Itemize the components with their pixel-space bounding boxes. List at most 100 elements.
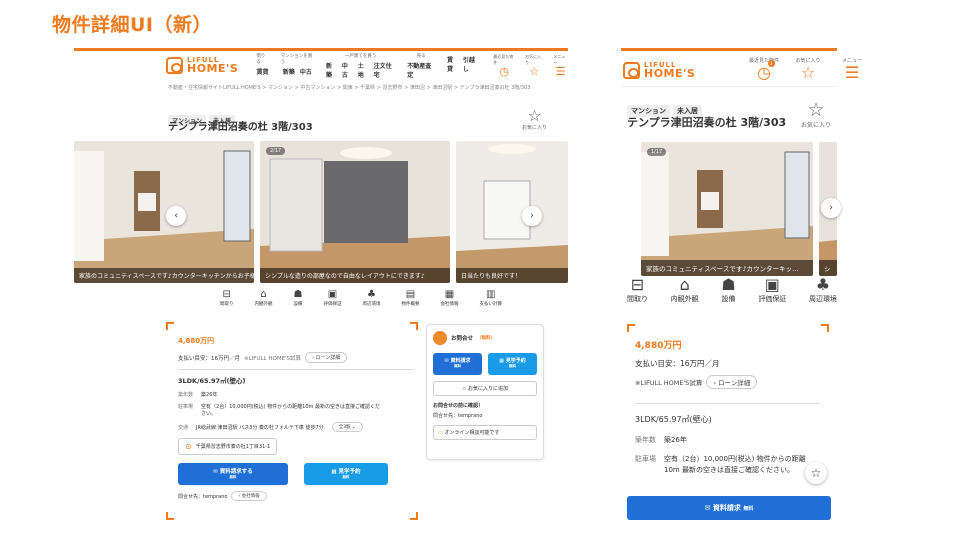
section-link-house[interactable]: ⌂ 内観外観 <box>255 289 273 307</box>
favorite-toggle[interactable]: ☆ お気に入り <box>801 100 831 129</box>
online-consult-badge[interactable]: ▭ オンライン相談可能です <box>433 425 537 440</box>
side-request-button[interactable]: ✉ 資料請求 無料 <box>433 353 482 375</box>
section-link-floorplan[interactable]: ⊟ 間取り <box>627 276 648 304</box>
section-link-label: 評価保証 <box>323 302 342 307</box>
room-photo-kitchen <box>74 141 254 283</box>
access-value: JR総武線 津田沼駅 バス3分 奏の杜フォルテ下車 徒歩7分 <box>196 424 324 431</box>
section-link-floorplan[interactable]: ⊟ 間取り <box>220 289 234 307</box>
menu-header-button[interactable]: メニュー ☰ <box>553 54 568 78</box>
mobile-header-icons: 最近見た物件 ◷ 3 お気に入り ☆ メニュー ☰ <box>739 57 867 82</box>
photo-caption: 家族のコミュニティスペースです♪カウンターキッチンからお子様の様子も見れるので… <box>74 268 254 283</box>
star-icon: ☆ <box>800 63 816 82</box>
menu-icon: ☰ <box>555 65 566 78</box>
section-link-evaluation[interactable]: ▣ 評価保証 <box>324 289 342 307</box>
section-link-label: 内観外観 <box>254 302 273 307</box>
star-icon: ☆ <box>529 65 540 78</box>
parking-value: 空有（2台）10,000円(税込) 物件からの距離10m 最新の空きは直接ご確認… <box>664 455 806 474</box>
room-photo-kitchen <box>641 142 813 276</box>
price: 4,880万円 <box>178 337 215 345</box>
lifull-homes-logo[interactable]: LIFULL HOME'S <box>623 62 696 80</box>
nav-link[interactable]: 賃貸 <box>447 55 458 73</box>
nav-group: 一戸建てを買う新築 中古 土地 注文住宅 <box>326 53 395 79</box>
loan-detail-button[interactable]: › ローン詳細 <box>706 375 758 389</box>
section-link-evaluation[interactable]: ▣ 評価保証 <box>758 276 786 304</box>
section-link-calculator[interactable]: ▥ 支払い計算 <box>480 289 503 307</box>
gallery-photo-2[interactable]: 2/17 シンプルな造りの部屋なので自由なレイアウトにできます♪ <box>260 141 450 283</box>
menu-header-button[interactable]: メニュー ☰ <box>837 57 867 82</box>
section-link-building[interactable]: ▦ 会社情報 <box>441 289 459 307</box>
nav-link[interactable]: 中古 <box>342 61 353 79</box>
nav-link[interactable]: 中古 <box>300 67 312 76</box>
gallery-next-button[interactable]: › <box>522 206 542 226</box>
photo-counter: 1/17 <box>647 148 667 156</box>
divider <box>635 403 819 404</box>
logo-line2: HOME'S <box>644 66 696 80</box>
monthly-payment: 支払い目安：16万円／月 <box>635 359 720 368</box>
house-icon: ⌂ <box>260 289 267 300</box>
section-link-label: 間取り <box>627 295 648 303</box>
nav-link[interactable]: 新築 <box>283 67 295 76</box>
frame-corner <box>627 324 635 332</box>
brand-top-line <box>621 48 837 51</box>
desktop-main-nav: 借りる 賃貸 マンションを買う 新築 中古 一戸建てを買う 新築 中古 土地 注文住宅 売る 不動産査… <box>244 53 479 79</box>
clock-header-button[interactable]: 最近見た物件 ◷ <box>493 54 515 78</box>
floorplan-icon: ⊟ <box>222 289 231 300</box>
equipment-icon: ☗ <box>293 289 303 300</box>
menu-icon: ☰ <box>844 63 860 82</box>
inquiry-title: お問合せ <box>451 336 474 342</box>
breadcrumb[interactable]: 不動産・住宅情報サイトLIFULL HOME'S > マンション > 中古マンシ… <box>168 84 568 91</box>
gallery-prev-button[interactable]: ‹ <box>166 206 186 226</box>
gallery-photo-1[interactable]: 家族のコミュニティスペースです♪カウンターキッチンからお子様の様子も見れるので… <box>74 141 254 283</box>
access-more-button[interactable]: 全3駅 ⌄ <box>331 422 363 432</box>
lifull-homes-logo[interactable]: LIFULL HOME'S <box>166 57 238 75</box>
section-link-house[interactable]: ⌂ 内観外観 <box>671 276 699 304</box>
visit-reservation-button[interactable]: ▦ 見学予約 無料 <box>304 463 388 485</box>
company-info-label: 会社情報 <box>241 494 260 499</box>
section-link-equipment[interactable]: ☗ 設備 <box>294 289 303 307</box>
side-visit-button[interactable]: ▦ 見学予約 無料 <box>488 353 537 375</box>
age-value: 築26年 <box>201 392 218 398</box>
nav-link[interactable]: 新築 <box>326 61 337 79</box>
section-link-tree[interactable]: ♣ 周辺環境 <box>809 276 837 304</box>
request-documents-button[interactable]: ✉ 資料請求する 無料 <box>178 463 288 485</box>
desktop-header-icons: 最近見た物件 ◷ お気に入り ☆ メニュー ☰ <box>483 54 568 78</box>
request-label: 資料請求 <box>712 504 741 512</box>
request-documents-button[interactable]: ✉ 資料請求 無料 <box>627 496 831 520</box>
loan-detail-button[interactable]: › ローン詳細 <box>305 352 348 363</box>
add-favorite-button[interactable]: ☆ お気に入りに追加 <box>433 381 537 396</box>
loan-detail-label: ローン詳細 <box>315 355 341 361</box>
section-link-tree[interactable]: ♣ 周辺環境 <box>363 289 381 307</box>
section-link-document[interactable]: ▤ 物件概要 <box>402 289 420 307</box>
gallery-next-button[interactable]: › <box>821 198 841 218</box>
nav-group-label: 一戸建てを買う <box>344 54 377 59</box>
parking-label: 駐車場 <box>178 404 194 410</box>
address-map-button[interactable]: ⊙ 千葉県習志野市奏の杜1丁目31-1 <box>178 438 278 455</box>
desktop-header: LIFULL HOME'S 借りる 賃貸 マンションを買う 新築 中古 一戸建てを買う 新築… <box>74 51 568 81</box>
nav-link[interactable]: 賃貸 <box>257 67 269 76</box>
equipment-icon: ☗ <box>721 275 736 294</box>
monthly-note: ※LIFULL HOME'S試算 <box>244 355 302 362</box>
section-link-equipment[interactable]: ☗ 設備 <box>721 276 735 304</box>
floorplan-icon: ⊟ <box>630 275 645 294</box>
gallery-photo-1[interactable]: 1/17 家族のコミュニティスペースです♪カウンターキッ… <box>641 142 813 276</box>
section-link-label: 会社情報 <box>440 302 459 307</box>
star-header-button[interactable]: お気に入り ☆ <box>793 57 823 82</box>
gallery-photo-3[interactable]: 日当たりも良好です！ <box>456 141 568 283</box>
nav-link[interactable]: 土地 <box>358 61 369 79</box>
clock-header-button[interactable]: 最近見た物件 ◷ 3 <box>749 57 779 82</box>
star-icon: ☆ <box>807 99 825 121</box>
section-link-label: 間取り <box>220 302 234 307</box>
calculator-icon: ▥ <box>486 289 496 300</box>
free-label: 無料 <box>342 475 350 479</box>
floating-favorite-button[interactable]: ☆ <box>805 462 827 484</box>
company-info-button[interactable]: › 会社情報 <box>231 491 267 501</box>
section-link-label: 設備 <box>721 295 736 303</box>
favorite-toggle[interactable]: ☆ お気に入り <box>522 108 547 132</box>
section-link-label: 内観外観 <box>670 295 699 303</box>
star-header-button[interactable]: お気に入り ☆ <box>525 54 543 78</box>
nav-link[interactable]: 不動産査定 <box>407 61 435 79</box>
section-link-label: 支払い計算 <box>479 302 503 307</box>
free-label: 無料 <box>509 364 516 368</box>
nav-link[interactable]: 引越し <box>463 55 479 73</box>
nav-link[interactable]: 注文住宅 <box>374 61 396 79</box>
